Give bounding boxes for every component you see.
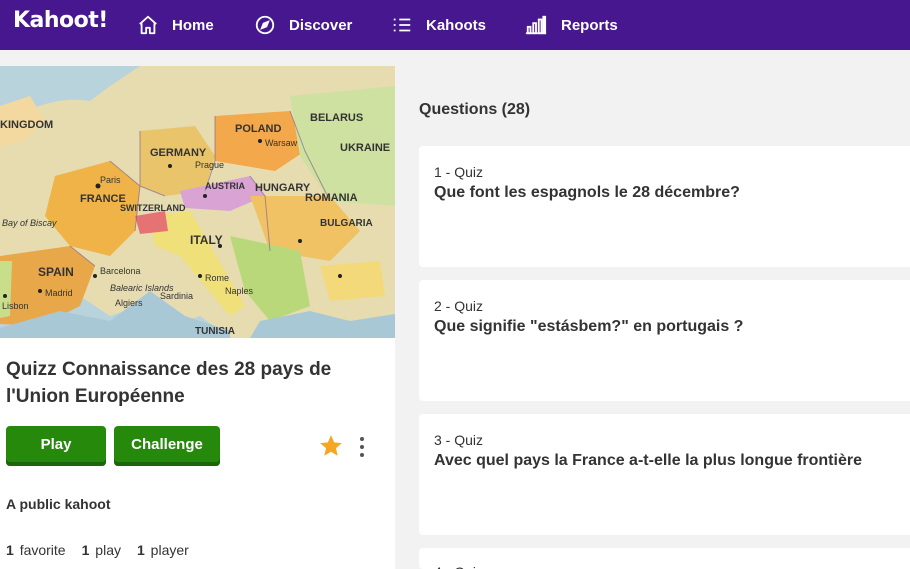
map-label-kingdom: KINGDOM [0, 119, 53, 131]
bar-chart-icon [525, 15, 547, 35]
map-label-ukraine: UKRAINE [340, 142, 390, 154]
question-card[interactable]: 4 - Quiz [419, 548, 910, 569]
map-label-paris: Paris [100, 175, 121, 185]
map-label-warsaw: Warsaw [265, 138, 298, 148]
map-label-algiers: Algiers [115, 298, 143, 308]
question-type: 4 - Quiz [434, 564, 483, 569]
stat-favorites: 1 favorite [6, 542, 66, 558]
nav-reports[interactable]: Reports [524, 0, 618, 50]
question-type: 3 - Quiz [434, 432, 484, 448]
map-label-belarus: BELARUS [310, 112, 363, 124]
nav-home-label: Home [172, 16, 214, 34]
cover-image-europe-map: KINGDOM POLAND GERMANY BELARUS UKRAINE F… [0, 66, 395, 338]
map-label-naples: Naples [225, 286, 254, 296]
question-text: Avec quel pays la France a-t-elle la plu… [434, 452, 862, 469]
play-button[interactable]: Play [6, 426, 106, 466]
question-type: 1 - Quiz [434, 164, 484, 180]
visibility-label: A public kahoot [6, 496, 111, 512]
map-label-hungary: HUNGARY [255, 182, 311, 194]
map-label-prague: Prague [195, 160, 224, 170]
nav-home[interactable]: Home [137, 0, 214, 50]
map-label-rome: Rome [205, 273, 229, 283]
map-label-madrid: Madrid [45, 288, 73, 298]
question-card[interactable]: 3 - Quiz Avec quel pays la France a-t-el… [419, 414, 910, 535]
map-label-barcelona: Barcelona [100, 266, 141, 276]
nav-discover-label: Discover [289, 16, 353, 34]
question-card[interactable]: 1 - Quiz Que font les espagnols le 28 dé… [419, 146, 910, 267]
kahoot-stats: 1 favorite 1 play 1 player [6, 542, 205, 558]
nav-kahoots-label: Kahoots [426, 16, 486, 34]
question-text: Que signifie "estásbem?" en portugais ? [434, 318, 744, 335]
map-label-romania: ROMANIA [305, 192, 358, 204]
question-type: 2 - Quiz [434, 298, 484, 314]
map-label-bulgaria: BULGARIA [320, 218, 373, 229]
question-card[interactable]: 2 - Quiz Que signifie "estásbem?" en por… [419, 280, 910, 401]
map-label-bay-of-biscay: Bay of Biscay [2, 218, 57, 228]
nav-discover[interactable]: Discover [254, 0, 352, 50]
question-text: Que font les espagnols le 28 décembre? [434, 184, 740, 201]
map-label-lisbon: Lisbon [2, 301, 29, 311]
map-label-france: FRANCE [80, 193, 126, 205]
map-label-italy: ITALY [190, 233, 223, 247]
favorite-star-icon[interactable] [318, 433, 344, 459]
challenge-button[interactable]: Challenge [114, 426, 220, 466]
map-label-germany: GERMANY [150, 147, 207, 159]
map-label-tunisia: TUNISIA [195, 326, 235, 337]
kahoot-logo[interactable]: Kahoot! [13, 8, 108, 33]
map-label-austria: AUSTRIA [205, 181, 245, 191]
kahoot-details-card: KINGDOM POLAND GERMANY BELARUS UKRAINE F… [0, 66, 395, 569]
map-label-switzerland: SWITZERLAND [120, 203, 186, 213]
kahoot-title: Quizz Connaissance des 28 pays de l'Unio… [6, 359, 332, 407]
compass-icon [255, 15, 275, 35]
stat-plays: 1 play [81, 542, 121, 558]
questions-heading: Questions (28) [419, 101, 531, 118]
map-label-spain: SPAIN [38, 265, 74, 279]
stat-players: 1 player [136, 542, 189, 558]
nav-kahoots[interactable]: Kahoots [391, 0, 486, 50]
map-label-sardinia: Sardinia [160, 291, 193, 301]
map-label-poland: POLAND [235, 123, 282, 135]
nav-reports-label: Reports [561, 16, 618, 34]
list-icon [393, 18, 411, 32]
home-icon [139, 15, 157, 35]
top-navigation-bar: Kahoot! Home Discover Kahoots Reports [0, 0, 910, 50]
more-options-icon[interactable] [356, 435, 368, 459]
